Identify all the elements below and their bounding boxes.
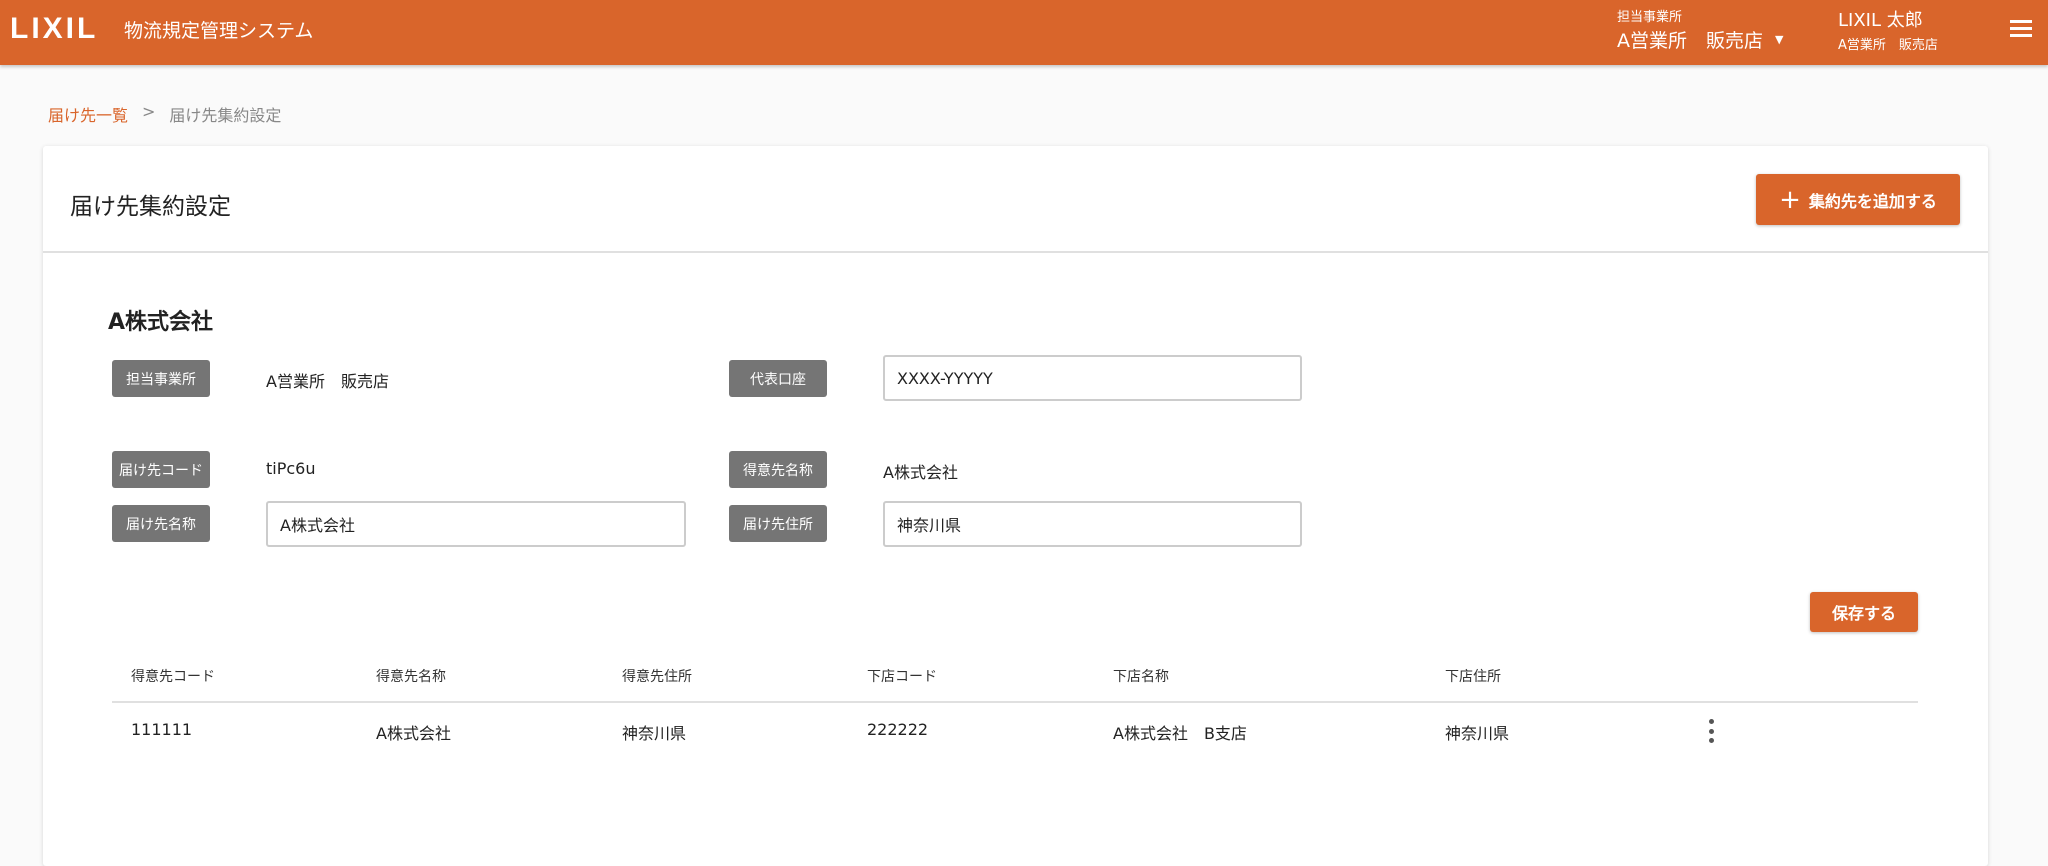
hamburger-menu-icon[interactable] [2010, 20, 2032, 38]
breadcrumb-current: 届け先集約設定 [169, 106, 282, 125]
customer-name-label: 得意先名称 [729, 451, 827, 488]
save-button[interactable]: 保存する [1810, 592, 1918, 632]
add-aggregation-button[interactable]: + 集約先を追加する [1756, 174, 1960, 225]
dest-name-label: 届け先名称 [112, 505, 210, 542]
card-header-divider [43, 251, 1988, 253]
office-selector[interactable]: A営業所 販売店 ▼ [1617, 26, 1783, 53]
dest-code-label: 届け先コード [112, 451, 210, 488]
col-header-sub-store-address: 下店住所 [1445, 669, 1501, 685]
cell-customer-address: 神奈川県 [622, 724, 687, 743]
col-header-customer-name: 得意先名称 [376, 669, 446, 685]
dest-name-input[interactable] [266, 501, 686, 547]
lixil-logo[interactable]: LIXIL [10, 12, 98, 46]
col-header-sub-store-code: 下店コード [867, 669, 937, 685]
row-more-options-icon[interactable] [1705, 719, 1717, 743]
cell-sub-store-name: A株式会社 B支店 [1113, 724, 1247, 743]
breadcrumb-separator: > [142, 102, 156, 121]
col-header-sub-store-name: 下店名称 [1113, 669, 1169, 685]
col-header-customer-address: 得意先住所 [622, 669, 692, 685]
plus-icon: + [1779, 184, 1801, 215]
office-field-value: A営業所 販売店 [266, 372, 389, 391]
office-field-label: 担当事業所 [112, 360, 210, 397]
page-title: 届け先集約設定 [70, 194, 231, 220]
app-title: 物流規定管理システム [124, 20, 314, 42]
col-header-customer-code: 得意先コード [131, 669, 215, 685]
account-field-label: 代表口座 [729, 360, 827, 397]
breadcrumb: 届け先一覧 > 届け先集約設定 [48, 102, 281, 126]
user-office: A営業所 販売店 [1838, 38, 1938, 53]
app-header: LIXIL 物流規定管理システム 担当事業所 A営業所 販売店 ▼ LIXIL … [0, 0, 2048, 65]
dest-address-input[interactable] [883, 501, 1302, 547]
cell-sub-store-code: 222222 [867, 720, 929, 739]
office-label: 担当事業所 [1617, 10, 1683, 25]
table-header-divider [112, 701, 1918, 703]
dest-code-value: tiPc6u [266, 459, 316, 478]
breadcrumb-parent-link[interactable]: 届け先一覧 [48, 102, 128, 126]
company-name: A株式会社 [108, 310, 214, 335]
caret-down-icon: ▼ [1775, 33, 1784, 46]
dest-address-label: 届け先住所 [729, 505, 827, 542]
account-input[interactable] [883, 355, 1302, 401]
cell-customer-code: 111111 [131, 720, 193, 739]
user-name: LIXIL 太郎 [1838, 10, 1923, 31]
add-aggregation-label: 集約先を追加する [1808, 191, 1937, 211]
cell-customer-name: A株式会社 [376, 724, 451, 743]
office-value: A営業所 販売店 [1617, 30, 1763, 52]
customer-name-value: A株式会社 [883, 463, 958, 482]
cell-sub-store-address: 神奈川県 [1445, 724, 1510, 743]
